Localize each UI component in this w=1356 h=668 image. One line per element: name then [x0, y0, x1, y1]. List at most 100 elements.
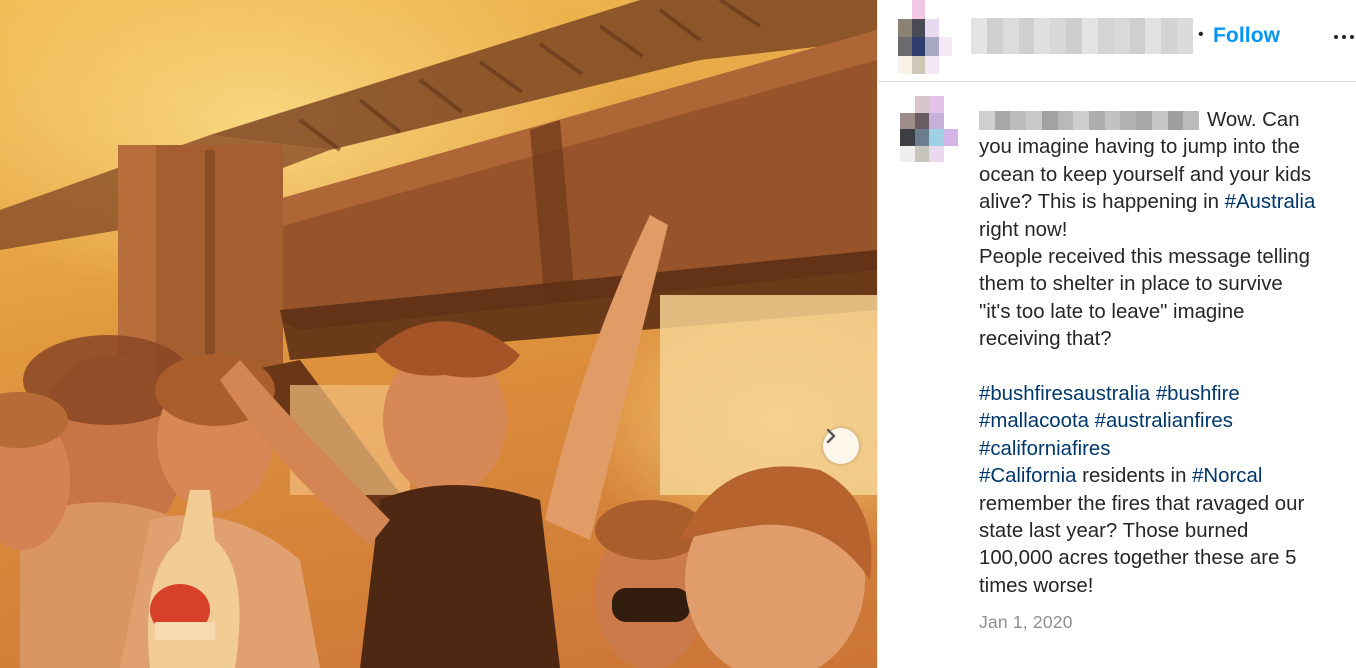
redaction-pixel	[1161, 18, 1178, 54]
redaction-pixel	[1113, 18, 1130, 54]
redaction-pixel	[1129, 18, 1146, 54]
more-options-button[interactable]	[1334, 24, 1356, 50]
caption-line: 100,000 acres together these are 5	[979, 545, 1351, 572]
post-header: • Follow	[878, 0, 1356, 82]
redaction-pixel	[1081, 18, 1098, 54]
redaction-pixel	[925, 0, 939, 19]
redaction-pixel	[914, 112, 929, 129]
caption-line: #California residents in #Norcal	[979, 463, 1351, 490]
caption-text: them to shelter in place to survive	[979, 273, 1283, 296]
redaction-pixel	[929, 129, 944, 146]
redaction-pixel	[925, 18, 939, 37]
caption-text: remember the fires that ravaged our	[979, 492, 1305, 515]
redaction-pixel	[900, 112, 915, 129]
hashtag-link[interactable]: #californiafires	[979, 438, 1110, 460]
caption-line: state last year? Those burned	[979, 518, 1351, 545]
caption-text: ocean to keep yourself and your kids	[979, 163, 1312, 186]
redaction-pixel	[943, 112, 958, 129]
caption-text: state last year? Those burned	[979, 520, 1249, 543]
caption-line: "it's too late to leave" imagine	[979, 299, 1351, 326]
redaction-pixel	[1018, 18, 1035, 54]
post-sidebar: • Follow Wow. Can you imagine having to j…	[877, 0, 1356, 668]
caption-text: times worse!	[979, 574, 1094, 597]
caption-line: them to shelter in place to survive	[979, 271, 1351, 298]
redaction-pixel	[914, 129, 929, 146]
redaction-pixel	[929, 112, 944, 129]
follow-button[interactable]: Follow	[1213, 24, 1280, 48]
hashtag-link[interactable]: #California	[979, 465, 1076, 487]
post-date: Jan 1, 2020	[979, 612, 1073, 632]
caption-text: residents in	[1076, 465, 1193, 488]
redaction-pixel	[1066, 18, 1082, 54]
caption-line: receiving that?	[979, 326, 1351, 353]
redaction-pixel	[943, 96, 958, 113]
caption-line: #bushfiresaustralia #bushfire	[979, 381, 1351, 408]
hashtag-link[interactable]: #Norcal	[1192, 465, 1262, 487]
redaction-pixel	[943, 145, 958, 162]
caption-text: People received this message telling	[979, 246, 1310, 269]
caption-author-avatar[interactable]	[900, 96, 958, 162]
redaction-pixel	[914, 96, 929, 113]
redaction-pixel	[943, 129, 958, 146]
hashtag-link[interactable]: #australianfires	[1095, 410, 1233, 432]
caption-line: alive? This is happening in #Australia	[979, 189, 1351, 216]
caption-text: alive? This is happening in	[979, 191, 1225, 214]
redaction-pixel	[898, 55, 912, 74]
redaction-pixel	[911, 55, 925, 74]
hashtag-link[interactable]: #bushfiresaustralia	[979, 383, 1150, 405]
caption-text: receiving that?	[979, 328, 1112, 351]
redaction-pixel	[914, 145, 929, 162]
redaction-pixel	[938, 0, 952, 19]
redaction-pixel	[938, 37, 952, 56]
redaction-pixel	[900, 145, 915, 162]
caption-line: People received this message telling	[979, 244, 1351, 271]
caption-line: #mallacoota #australianfires	[979, 408, 1351, 435]
redaction-pixel	[900, 96, 915, 113]
caption-line: Wow. Can	[979, 107, 1351, 134]
caption-text: Wow. Can	[1207, 109, 1300, 131]
bushfire-photo-illustration	[0, 0, 877, 668]
redaction-pixel	[1145, 18, 1162, 54]
hashtag-link[interactable]: #mallacoota	[979, 410, 1089, 432]
redaction-pixel	[986, 18, 1003, 54]
caption-line: remember the fires that ravaged our	[979, 491, 1351, 518]
redaction-pixel	[925, 37, 939, 56]
redaction-pixel	[925, 55, 939, 74]
caption-text: right now!	[979, 218, 1068, 241]
hashtag-link[interactable]: #bushfire	[1156, 383, 1240, 405]
caption-text: "it's too late to leave" imagine	[979, 300, 1245, 323]
redaction-pixel	[971, 18, 987, 54]
author-avatar[interactable]	[898, 0, 952, 74]
redaction-pixel	[900, 129, 915, 146]
follow-separator: •	[1198, 26, 1204, 43]
redaction-pixel	[929, 96, 944, 113]
post-caption: Wow. Can you imagine having to jump into …	[979, 107, 1351, 600]
redaction-pixel	[938, 55, 952, 74]
caption-line: ocean to keep yourself and your kids	[979, 162, 1351, 189]
redaction-pixel	[1002, 18, 1019, 54]
caption-line: #californiafires	[979, 436, 1351, 463]
caption-text: you imagine having to jump into the	[979, 136, 1300, 159]
caption-text: 100,000 acres together these are 5	[979, 547, 1297, 570]
caption-line: you imagine having to jump into the	[979, 134, 1351, 161]
redaction-pixel	[1034, 18, 1051, 54]
redaction-pixel	[898, 18, 912, 37]
caption-line: times worse!	[979, 573, 1351, 600]
redaction-pixel	[898, 37, 912, 56]
redaction-pixel	[898, 0, 912, 19]
next-photo-button[interactable]	[823, 428, 859, 464]
caption-line: right now!	[979, 217, 1351, 244]
more-horizontal-icon	[1334, 35, 1354, 39]
redaction-pixel	[911, 18, 925, 37]
redaction-pixel	[1097, 18, 1114, 54]
redaction-pixel	[911, 0, 925, 19]
redaction-pixel	[1050, 18, 1067, 54]
hashtag-link[interactable]: #Australia	[1225, 191, 1316, 213]
post-photo[interactable]	[0, 0, 877, 668]
redaction-pixel	[938, 18, 952, 37]
redaction-pixel	[1177, 18, 1193, 54]
redaction-pixel	[911, 37, 925, 56]
redaction-pixel	[929, 145, 944, 162]
author-username-redacted[interactable]	[971, 18, 1193, 54]
